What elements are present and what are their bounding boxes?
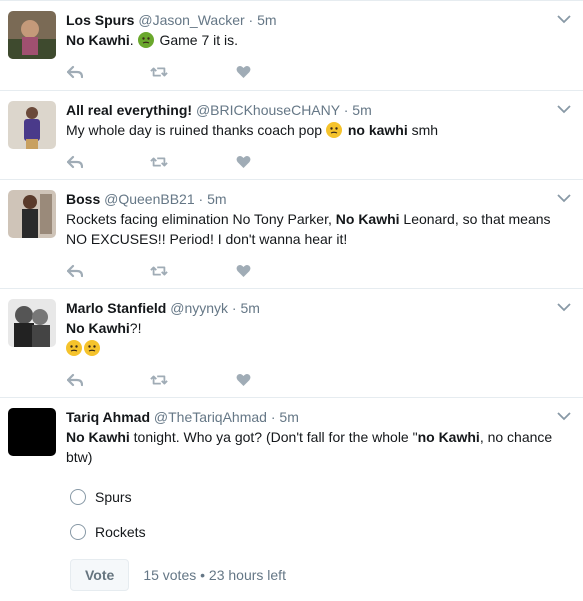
timestamp[interactable]: 5m bbox=[207, 191, 226, 207]
retweet-icon[interactable] bbox=[150, 153, 168, 171]
tweet[interactable]: Tariq Ahmad @TheTariqAhmad · 5m No Kawhi … bbox=[0, 397, 583, 597]
avatar[interactable] bbox=[8, 408, 56, 456]
reply-icon[interactable] bbox=[66, 262, 84, 280]
timestamp[interactable]: 5m bbox=[352, 102, 371, 118]
display-name[interactable]: All real everything! bbox=[66, 102, 192, 118]
chevron-down-icon[interactable] bbox=[557, 408, 571, 421]
text-segment: smh bbox=[407, 122, 439, 138]
text-segment: . bbox=[129, 32, 138, 48]
bold-keyword: no kawhi bbox=[347, 122, 408, 138]
retweet-icon[interactable] bbox=[150, 262, 168, 280]
text-segment: tonight. Who ya got? (Don't fall for the… bbox=[129, 429, 418, 445]
display-name[interactable]: Tariq Ahmad bbox=[66, 409, 150, 425]
timeline-feed: Los Spurs @Jason_Wacker · 5m No Kawhi. Ga… bbox=[0, 0, 583, 597]
tweet-header: Los Spurs @Jason_Wacker · 5m bbox=[66, 11, 553, 29]
username-handle[interactable]: @BRICKhouseCHANY bbox=[196, 102, 340, 118]
display-name[interactable]: Boss bbox=[66, 191, 100, 207]
sad-face-emoji bbox=[325, 122, 342, 138]
avatar[interactable] bbox=[8, 11, 56, 59]
tweet-actions bbox=[66, 257, 553, 285]
chevron-down-icon[interactable] bbox=[557, 190, 571, 203]
display-name[interactable]: Marlo Stanfield bbox=[66, 300, 166, 316]
separator-dot: · bbox=[228, 300, 241, 316]
reply-icon[interactable] bbox=[66, 371, 84, 389]
chevron-down-icon[interactable] bbox=[557, 299, 571, 312]
tweet-header: Marlo Stanfield @nyynyk · 5m bbox=[66, 299, 553, 317]
heart-icon[interactable] bbox=[234, 262, 252, 280]
text-segment: Game 7 it is. bbox=[155, 32, 239, 48]
bold-keyword: No Kawhi bbox=[66, 320, 130, 336]
tweet-header: All real everything! @BRICKhouseCHANY · … bbox=[66, 101, 553, 119]
separator-dot: · bbox=[194, 191, 208, 207]
separator-dot: · bbox=[244, 12, 258, 28]
poll-option-label: Rockets bbox=[95, 523, 146, 540]
separator-dot: · bbox=[266, 409, 280, 425]
heart-icon[interactable] bbox=[234, 63, 252, 81]
chevron-down-icon[interactable] bbox=[557, 11, 571, 24]
poll-meta: 15 votes • 23 hours left bbox=[143, 567, 286, 583]
bold-keyword: No Kawhi bbox=[66, 429, 130, 445]
poll-option[interactable]: Spurs bbox=[70, 479, 553, 514]
chevron-down-icon[interactable] bbox=[557, 101, 571, 114]
tweet-text: No Kawhi. Game 7 it is. bbox=[66, 30, 553, 50]
vote-row: Vote 15 votes • 23 hours left bbox=[70, 559, 553, 591]
username-handle[interactable]: @Jason_Wacker bbox=[138, 12, 244, 28]
avatar[interactable] bbox=[8, 101, 56, 149]
tweet-header: Tariq Ahmad @TheTariqAhmad · 5m bbox=[66, 408, 553, 426]
username-handle[interactable]: @TheTariqAhmad bbox=[154, 409, 267, 425]
relieved-face-emoji bbox=[84, 340, 100, 356]
username-handle[interactable]: @QueenBB21 bbox=[104, 191, 195, 207]
text-segment: ?! bbox=[129, 320, 142, 336]
timestamp[interactable]: 5m bbox=[257, 12, 276, 28]
relieved-face-emoji bbox=[66, 340, 82, 356]
radio-button[interactable] bbox=[70, 488, 86, 505]
text-segment: My whole day is ruined thanks coach pop bbox=[66, 122, 326, 138]
tweet-header: Boss @QueenBB21 · 5m bbox=[66, 190, 553, 208]
tweet-actions bbox=[66, 366, 553, 394]
poll: Spurs Rockets Vote 15 votes • 23 hours left bbox=[66, 479, 553, 591]
tweet[interactable]: Los Spurs @Jason_Wacker · 5m No Kawhi. Ga… bbox=[0, 0, 583, 90]
display-name[interactable]: Los Spurs bbox=[66, 12, 134, 28]
vote-button[interactable]: Vote bbox=[70, 559, 130, 591]
bold-keyword: No Kawhi bbox=[66, 32, 130, 48]
tweet[interactable]: All real everything! @BRICKhouseCHANY · … bbox=[0, 90, 583, 179]
nauseated-face-emoji bbox=[137, 32, 154, 48]
tweet-actions bbox=[66, 148, 553, 176]
tweet[interactable]: Marlo Stanfield @nyynyk · 5m No Kawhi?! bbox=[0, 288, 583, 397]
bold-keyword: No Kawhi bbox=[335, 211, 400, 227]
timestamp[interactable]: 5m bbox=[279, 409, 298, 425]
tweet[interactable]: Boss @QueenBB21 · 5m Rockets facing elimi… bbox=[0, 179, 583, 288]
text-segment: Rockets facing elimination No Tony Parke… bbox=[66, 211, 336, 227]
separator-dot: · bbox=[339, 102, 353, 118]
avatar[interactable] bbox=[8, 190, 56, 238]
username-handle[interactable]: @nyynyk bbox=[170, 300, 228, 316]
timestamp[interactable]: 5m bbox=[241, 300, 260, 316]
tweet-text: Rockets facing elimination No Tony Parke… bbox=[66, 209, 553, 249]
bold-keyword: no Kawhi bbox=[417, 429, 480, 445]
radio-button[interactable] bbox=[70, 523, 86, 540]
avatar[interactable] bbox=[8, 299, 56, 347]
reply-icon[interactable] bbox=[66, 63, 84, 81]
tweet-text: My whole day is ruined thanks coach pop … bbox=[66, 120, 553, 140]
heart-icon[interactable] bbox=[234, 371, 252, 389]
tweet-text: No Kawhi?! bbox=[66, 318, 553, 358]
tweet-actions bbox=[66, 58, 553, 86]
heart-icon[interactable] bbox=[234, 153, 252, 171]
tweet-text: No Kawhi tonight. Who ya got? (Don't fal… bbox=[66, 427, 553, 467]
retweet-icon[interactable] bbox=[150, 63, 168, 81]
poll-option-label: Spurs bbox=[95, 488, 132, 505]
poll-option[interactable]: Rockets bbox=[70, 514, 553, 549]
reply-icon[interactable] bbox=[66, 153, 84, 171]
retweet-icon[interactable] bbox=[150, 371, 168, 389]
